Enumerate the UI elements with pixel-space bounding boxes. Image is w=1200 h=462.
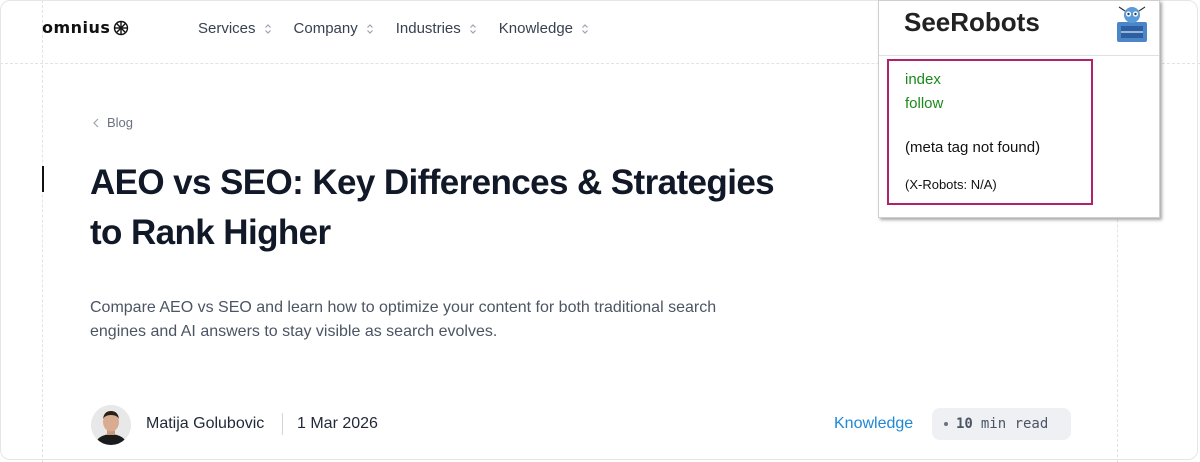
robots-status-box: index follow (meta tag not found) (X-Rob…: [887, 59, 1093, 205]
x-robots-status: (X-Robots: N/A): [905, 177, 997, 192]
chevron-updown-icon: [264, 23, 271, 34]
meta-separator: [282, 413, 283, 435]
guide-line-left: [42, 0, 43, 462]
read-time-unit: min read: [980, 416, 1049, 432]
robot-icon: [1117, 6, 1147, 42]
follow-status: follow: [905, 95, 944, 112]
chevron-updown-icon: [366, 23, 373, 34]
breadcrumb[interactable]: Blog: [93, 115, 133, 130]
nav-industries[interactable]: Industries: [396, 20, 477, 37]
author-name: Matija Golubovic: [146, 415, 265, 432]
read-time-number: 10: [956, 416, 973, 432]
meta-tag-status: (meta tag not found): [905, 139, 1041, 156]
nav-company[interactable]: Company: [294, 20, 374, 37]
nav-knowledge[interactable]: Knowledge: [499, 20, 589, 37]
nav-services[interactable]: Services: [198, 20, 272, 37]
breadcrumb-blog: Blog: [107, 115, 134, 130]
author-avatar: [91, 405, 131, 445]
seerobots-popup: SeeRobots index follow (meta tag not fou…: [878, 0, 1160, 218]
main-nav: Services Company Industries Knowledge: [198, 20, 589, 37]
nav-industries-label: Industries: [395, 20, 461, 37]
nav-services-label: Services: [198, 20, 256, 37]
popup-divider: [879, 55, 1159, 56]
popup-title: SeeRobots: [904, 7, 1040, 37]
chevron-updown-icon: [582, 23, 588, 34]
chevron-updown-icon: [469, 23, 476, 34]
chevron-left-icon: [93, 118, 99, 127]
bullet-icon: [944, 422, 948, 426]
article-description: Compare AEO vs SEO and learn how to opti…: [90, 299, 717, 340]
site-logo[interactable]: omnius: [42, 18, 129, 37]
index-status: index: [905, 71, 941, 88]
logo-text: omnius: [42, 18, 111, 37]
publish-date: 1 Mar 2026: [297, 415, 378, 432]
nav-company-label: Company: [293, 20, 358, 37]
category-link[interactable]: Knowledge: [834, 415, 913, 433]
text-cursor: [42, 166, 44, 192]
logo-asterisk-icon: [114, 20, 129, 35]
nav-knowledge-label: Knowledge: [498, 20, 574, 37]
article-title: AEO vs SEO: Key Differences & Strategies…: [90, 163, 775, 252]
read-time-badge: 10 min read: [932, 408, 1071, 440]
